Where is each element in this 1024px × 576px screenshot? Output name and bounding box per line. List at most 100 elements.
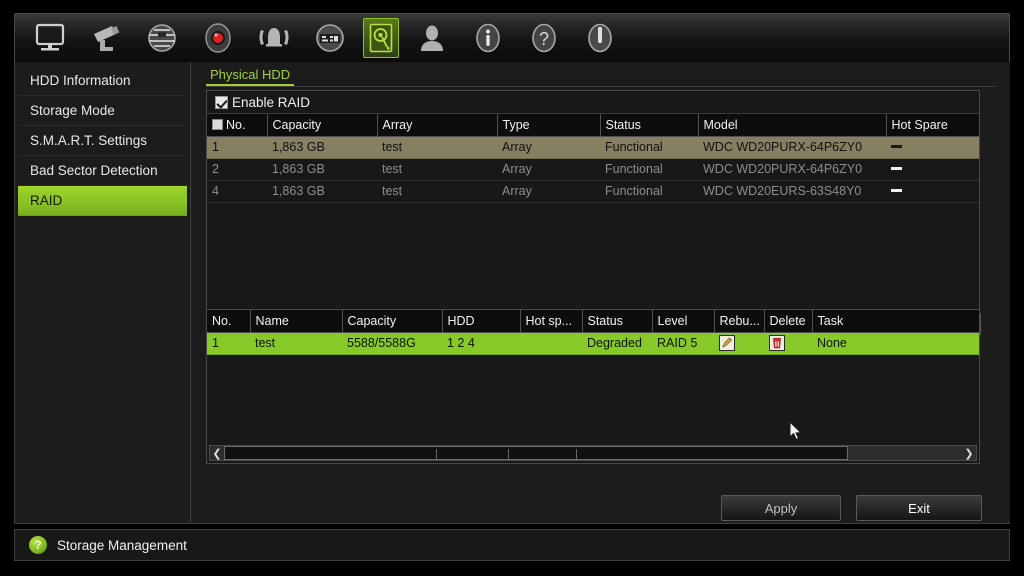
enable-raid-row[interactable]: Enable RAID	[207, 91, 979, 114]
cell-type: Array	[497, 158, 600, 181]
column-header-model[interactable]: Model	[698, 114, 887, 137]
column-header-rebuild[interactable]: Rebu...	[714, 310, 765, 333]
main-toolbar: ?	[14, 13, 1010, 63]
enable-raid-checkbox[interactable]	[215, 95, 228, 109]
column-header-level[interactable]: Level	[652, 310, 715, 333]
globe-search-icon[interactable]	[139, 17, 185, 59]
table-row[interactable]: 1 1,863 GB test Array Functional WDC WD2…	[207, 136, 979, 159]
hot-spare-dash-icon	[891, 189, 902, 192]
cell-model: WDC WD20EURS-63S48Y0	[698, 180, 886, 203]
alarm-bell-icon[interactable]	[251, 17, 297, 59]
cell-capacity: 1,863 GB	[267, 180, 377, 203]
cell-hot-spare	[886, 180, 979, 203]
horizontal-scrollbar[interactable]: ❮ ❯	[209, 445, 977, 461]
select-all-checkbox[interactable]	[212, 118, 223, 130]
tab-physical-hdd[interactable]: Physical HDD	[206, 67, 295, 86]
cell-status: Degraded	[582, 332, 652, 355]
sidebar-item-hdd-information[interactable]: HDD Information	[18, 66, 187, 96]
column-header-no-label: No.	[226, 117, 246, 132]
tab-divider	[206, 86, 996, 87]
column-header-status[interactable]: Status	[600, 114, 699, 137]
column-header-hot-spare[interactable]: Hot Spare	[886, 114, 979, 137]
enable-raid-label: Enable RAID	[232, 94, 311, 110]
column-header-capacity[interactable]: Capacity	[342, 310, 443, 333]
column-header-task[interactable]: Task	[812, 310, 979, 333]
sidebar-item-label: Bad Sector Detection	[30, 163, 158, 178]
cell-delete[interactable]	[764, 332, 812, 355]
column-header-capacity[interactable]: Capacity	[267, 114, 378, 137]
exit-button[interactable]: Exit	[856, 495, 982, 521]
cell-task: None	[812, 332, 979, 355]
cell-array: test	[377, 180, 497, 203]
record-icon[interactable]	[195, 17, 241, 59]
hdd-icon[interactable]	[363, 18, 399, 58]
physical-hdd-table: No. Capacity Array Type Status Model Hot…	[207, 114, 979, 203]
table-header-row: No. Capacity Array Type Status Model Hot…	[207, 114, 979, 137]
table-row[interactable]: 2 1,863 GB test Array Functional WDC WD2…	[207, 158, 979, 181]
cell-capacity: 1,863 GB	[267, 136, 377, 159]
scroll-right-arrow-icon[interactable]: ❯	[962, 446, 976, 460]
cell-capacity: 5588/5588G	[342, 332, 442, 355]
array-table: No. Name Capacity HDD Hot sp... Status L…	[207, 310, 979, 355]
cell-status: Functional	[600, 136, 698, 159]
power-icon[interactable]	[577, 17, 623, 59]
sidebar-item-smart-settings[interactable]: S.M.A.R.T. Settings	[18, 126, 187, 156]
cell-no: 4	[207, 180, 267, 203]
tab-bar: Physical HDD	[206, 66, 295, 86]
cell-hot-spare	[520, 332, 582, 355]
table-row[interactable]: 1 test 5588/5588G 1 2 4 Degraded RAID 5	[207, 332, 979, 355]
hot-spare-dash-icon	[891, 145, 902, 148]
content-area: Physical HDD Enable RAID No. Capacity Ar…	[192, 62, 1010, 522]
apply-button[interactable]: Apply	[721, 495, 841, 521]
cell-status: Functional	[600, 180, 698, 203]
scrollbar-thumb[interactable]	[224, 446, 848, 460]
svg-text:?: ?	[539, 29, 549, 49]
cell-no: 2	[207, 158, 267, 181]
cell-model: WDC WD20PURX-64P6ZY0	[698, 158, 886, 181]
hot-spare-dash-icon	[891, 167, 902, 170]
cell-type: Array	[497, 180, 600, 203]
column-header-delete[interactable]: Delete	[764, 310, 813, 333]
cell-hot-spare	[886, 158, 979, 181]
cell-level: RAID 5	[652, 332, 714, 355]
array-list-panel: No. Name Capacity HDD Hot sp... Status L…	[206, 309, 980, 464]
cell-name: test	[250, 332, 342, 355]
sidebar-item-bad-sector-detection[interactable]: Bad Sector Detection	[18, 156, 187, 186]
help-icon[interactable]: ?	[521, 17, 567, 59]
column-header-status[interactable]: Status	[582, 310, 653, 333]
column-header-hot-spare[interactable]: Hot sp...	[520, 310, 583, 333]
table-row[interactable]: 4 1,863 GB test Array Functional WDC WD2…	[207, 180, 979, 203]
cell-hdd: 1 2 4	[442, 332, 520, 355]
sidebar-item-label: S.M.A.R.T. Settings	[30, 133, 148, 148]
info-icon[interactable]	[465, 17, 511, 59]
scroll-left-arrow-icon[interactable]: ❮	[210, 446, 224, 460]
cell-model: WDC WD20PURX-64P6ZY0	[698, 136, 886, 159]
sidebar-menu: HDD Information Storage Mode S.M.A.R.T. …	[15, 62, 191, 522]
sidebar-item-label: HDD Information	[30, 73, 131, 88]
camera-icon[interactable]	[83, 17, 129, 59]
sidebar-item-label: RAID	[30, 193, 63, 208]
status-bar: ? Storage Management	[14, 529, 1010, 561]
physical-hdd-panel: Enable RAID No. Capacity Array Type Stat…	[206, 90, 980, 310]
column-header-hdd[interactable]: HDD	[442, 310, 521, 333]
column-header-no[interactable]: No.	[207, 114, 268, 137]
status-bar-title: Storage Management	[57, 537, 187, 553]
cell-capacity: 1,863 GB	[267, 158, 377, 181]
network-icon[interactable]	[307, 17, 353, 59]
sidebar-item-raid[interactable]: RAID	[18, 186, 187, 216]
cell-hot-spare	[886, 136, 979, 159]
scrollbar-track[interactable]	[224, 446, 962, 460]
user-icon[interactable]	[409, 17, 455, 59]
column-header-no[interactable]: No.	[207, 310, 251, 333]
sidebar-item-label: Storage Mode	[30, 103, 115, 118]
trash-icon[interactable]	[769, 335, 785, 351]
cell-rebuild[interactable]	[714, 332, 764, 355]
column-header-type[interactable]: Type	[497, 114, 601, 137]
column-header-name[interactable]: Name	[250, 310, 343, 333]
sidebar-item-storage-mode[interactable]: Storage Mode	[18, 96, 187, 126]
column-header-array[interactable]: Array	[377, 114, 498, 137]
help-circle-icon[interactable]: ?	[29, 536, 47, 554]
cell-array: test	[377, 158, 497, 181]
monitor-icon[interactable]	[27, 17, 73, 59]
edit-pencil-icon[interactable]	[719, 335, 735, 351]
